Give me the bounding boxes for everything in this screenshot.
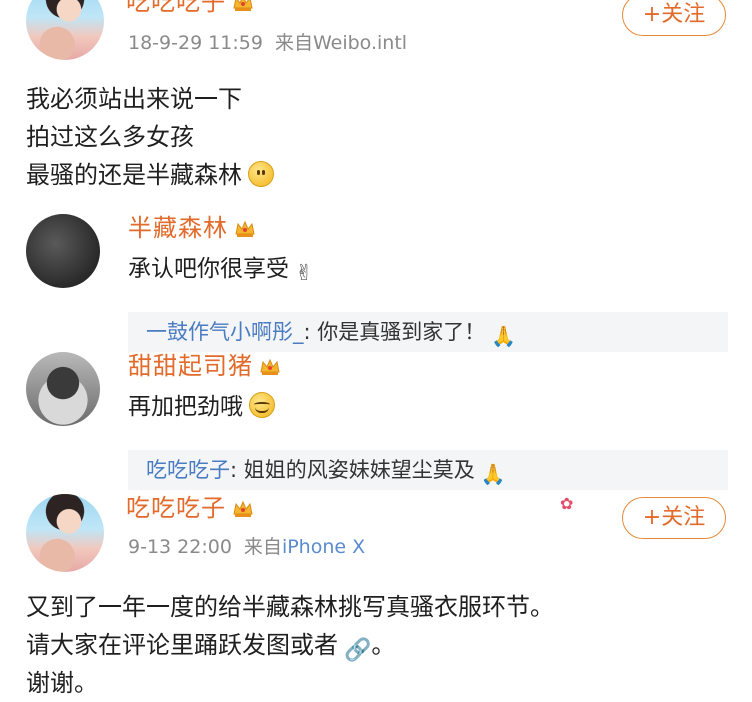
comment1-reply-text: : 你是真骚到家了！: [303, 320, 486, 344]
comment1-text-body: 承认吧你很享受: [128, 256, 289, 282]
comment2-reply[interactable]: 吃吃吃子: 姐姐的风姿妹妹望尘莫及 🙏: [128, 450, 728, 490]
blush-emoji-icon: [249, 392, 275, 418]
post1-avatar[interactable]: [26, 0, 104, 60]
rose-decoration-icon: ✿: [560, 494, 574, 513]
comment1-username-text[interactable]: 半藏森林: [128, 214, 228, 242]
comment2-avatar[interactable]: [26, 352, 100, 426]
vip-crown-icon: [259, 358, 281, 376]
post2-line-2-text: 请大家在评论里踊跃发图或者: [26, 631, 338, 659]
post1-line-2: 拍过这么多女孩: [26, 123, 194, 151]
post2-line-2-end: 。: [371, 631, 396, 659]
post2-line-3: 谢谢。: [26, 669, 98, 697]
post2-time: 9-13 22:00: [128, 536, 232, 558]
post2-meta: 9-13 22:00 来自iPhone X: [128, 536, 365, 558]
post1-source-prefix: 来自: [274, 32, 313, 54]
post2-username[interactable]: 吃吃吃子: [126, 494, 254, 522]
comment1-reply[interactable]: 一鼓作气小啊彤_: 你是真骚到家了！ 🙏: [128, 312, 728, 352]
post1-meta: 18-9-29 11:59 来自Weibo.intl: [128, 32, 407, 54]
post1-line-3: 最骚的还是半藏森林: [26, 156, 274, 194]
comment1-text: 承认吧你很享受 ✌: [128, 254, 313, 289]
post1-time: 18-9-29 11:59: [128, 32, 263, 54]
comment2-username[interactable]: 甜甜起司猪: [128, 352, 281, 380]
post2-source[interactable]: iPhone X: [282, 536, 365, 558]
praying-hands-emoji-icon: 🙏: [480, 462, 506, 486]
comment2-text-body: 再加把劲哦: [128, 394, 243, 420]
post2-avatar[interactable]: [26, 494, 104, 572]
link-chain-icon[interactable]: 🔗: [344, 632, 371, 670]
comment1-username[interactable]: 半藏森林: [128, 214, 256, 242]
post2-line-1: 又到了一年一度的给半藏森林挑写真骚衣服环节。: [26, 593, 554, 621]
comment2-reply-text: : 姐姐的风姿妹妹望尘莫及: [230, 458, 475, 482]
comment2-text: 再加把劲哦: [128, 392, 275, 422]
post2-follow-button[interactable]: +关注: [622, 497, 726, 539]
finger-heart-emoji-icon: ✌: [295, 261, 314, 286]
post2-username-text[interactable]: 吃吃吃子: [126, 494, 226, 522]
comment1-reply-user[interactable]: 一鼓作气小啊彤_: [146, 320, 304, 344]
comment2-username-text[interactable]: 甜甜起司猪: [128, 352, 253, 380]
post1-username[interactable]: 吃吃吃子: [126, 0, 254, 16]
vip-crown-icon: [232, 500, 254, 518]
post1-follow-button[interactable]: +关注: [622, 0, 726, 36]
vip-crown-icon: [234, 220, 256, 238]
vip-crown-icon: [232, 0, 254, 12]
smile-emoji-icon: [248, 161, 274, 187]
comment1-avatar[interactable]: [26, 214, 100, 288]
post1-username-text[interactable]: 吃吃吃子: [126, 0, 226, 16]
praying-hands-emoji-icon: 🙏: [491, 324, 517, 348]
post1-line-1: 我必须站出来说一下: [26, 85, 242, 113]
post1-line-3-text: 最骚的还是半藏森林: [26, 161, 242, 189]
comment2-reply-user[interactable]: 吃吃吃子: [146, 458, 230, 482]
post1-source: Weibo.intl: [312, 32, 408, 54]
post2-source-prefix: 来自: [243, 536, 282, 558]
